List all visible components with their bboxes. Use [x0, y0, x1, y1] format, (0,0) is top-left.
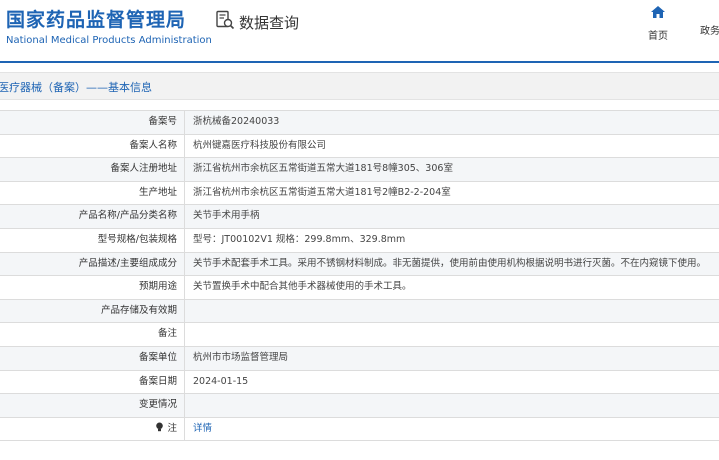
- table-row: 备案号 浙杭械备20240033: [0, 111, 719, 135]
- field-value: [185, 394, 719, 417]
- site-logo[interactable]: 国家药品监督管理局 National Medical Products Admi…: [6, 5, 212, 46]
- field-value: 型号：JT00102V1 规格：299.8mm、329.8mm: [193, 233, 406, 245]
- table-row: 变更情况: [0, 394, 719, 418]
- field-label: 型号规格/包装规格: [0, 228, 185, 252]
- field-value: 浙江省杭州市余杭区五常街道五常大道181号8幢305、306室: [193, 163, 453, 175]
- brand-name-en: National Medical Products Administration: [6, 35, 212, 46]
- table-row: 备案日期 2024-01-15: [0, 370, 719, 395]
- details-link[interactable]: 详情: [193, 423, 212, 434]
- table-row: 生产地址 浙江省杭州市余杭区五常街道五常大道181号2幢B2-2-204室: [0, 181, 719, 206]
- table-row: 注 详情: [0, 417, 719, 442]
- field-label: 产品名称/产品分类名称: [0, 205, 185, 228]
- table-row: 产品存储及有效期: [0, 299, 719, 324]
- field-value: 浙江省杭州市余杭区五常街道五常大道181号2幢B2-2-204室: [193, 186, 451, 198]
- field-value: 杭州键嘉医疗科技股份有限公司: [193, 139, 327, 151]
- field-label: 备案人名称: [0, 134, 185, 158]
- field-value: 详情: [185, 418, 719, 441]
- header-divider: [0, 61, 719, 63]
- home-icon: [650, 4, 666, 23]
- note-label: 注: [167, 422, 177, 434]
- field-label: 变更情况: [0, 394, 185, 417]
- field-label-note: 注: [0, 417, 185, 441]
- nav-government-affairs-label: 政务: [700, 26, 719, 37]
- table-row: 备注: [0, 323, 719, 347]
- field-label: 生产地址: [0, 181, 185, 205]
- field-value: 杭州市市场监督管理局: [193, 351, 289, 363]
- table-row: 备案人名称 杭州键嘉医疗科技股份有限公司: [0, 134, 719, 159]
- field-value: [185, 323, 719, 346]
- bulb-icon: [155, 422, 167, 434]
- section-header: 医疗器械（备案）——基本信息: [0, 72, 719, 100]
- search-document-icon: [215, 10, 235, 34]
- table-row: 预期用途 关节置换手术中配合其他手术器械使用的手术工具。: [0, 276, 719, 300]
- field-label: 备案单位: [0, 346, 185, 370]
- field-label: 产品存储及有效期: [0, 299, 185, 323]
- field-label: 备案日期: [0, 370, 185, 394]
- field-value: [185, 300, 719, 323]
- field-label: 产品描述/主要组成成分: [0, 252, 185, 276]
- table-row: 产品描述/主要组成成分 关节手术配套手术工具。采用不锈钢材料制成。非无菌提供，使…: [0, 252, 719, 277]
- nav-government-affairs[interactable]: 政务: [700, 4, 719, 37]
- data-query-link[interactable]: 数据查询: [215, 10, 299, 34]
- brand-name-cn: 国家药品监督管理局: [6, 9, 187, 31]
- table-row: 备案人注册地址 浙江省杭州市余杭区五常街道五常大道181号8幢305、306室: [0, 158, 719, 182]
- field-label: 备案号: [0, 111, 185, 134]
- nav-home-label: 首页: [648, 31, 668, 42]
- field-value: 关节手术配套手术工具。采用不锈钢材料制成。非无菌提供，使用前由使用机构根据说明书…: [193, 257, 707, 269]
- field-label: 备注: [0, 323, 185, 346]
- field-value: 关节手术用手柄: [193, 210, 260, 222]
- field-label: 备案人注册地址: [0, 158, 185, 181]
- record-table: 备案号 浙杭械备20240033 备案人名称 杭州键嘉医疗科技股份有限公司 备案…: [0, 110, 719, 442]
- table-row: 型号规格/包装规格 型号：JT00102V1 规格：299.8mm、329.8m…: [0, 228, 719, 253]
- field-label: 预期用途: [0, 276, 185, 299]
- table-row: 产品名称/产品分类名称 关节手术用手柄: [0, 205, 719, 229]
- site-header: 国家药品监督管理局 National Medical Products Admi…: [0, 0, 719, 63]
- field-value: 关节置换手术中配合其他手术器械使用的手术工具。: [193, 281, 412, 293]
- field-value: 2024-01-15: [193, 375, 249, 387]
- data-query-label: 数据查询: [239, 13, 300, 32]
- section-title: 医疗器械（备案）——基本信息: [0, 81, 152, 94]
- field-value: 浙杭械备20240033: [193, 116, 280, 127]
- nav-home[interactable]: 首页: [648, 4, 668, 42]
- table-row: 备案单位 杭州市市场监督管理局: [0, 346, 719, 371]
